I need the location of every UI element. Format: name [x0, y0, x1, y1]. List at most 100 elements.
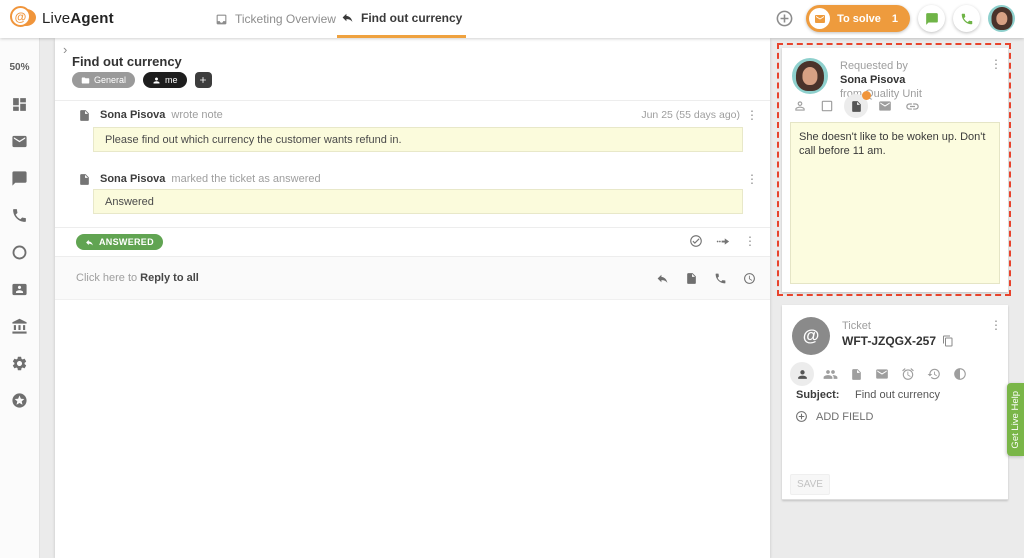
sidebar-item-dashboard[interactable] — [0, 86, 40, 123]
event-menu-icon[interactable] — [746, 173, 758, 185]
resolve-check-icon[interactable] — [689, 234, 703, 248]
circle-icon — [11, 244, 28, 261]
plus-circle-icon — [775, 9, 794, 28]
event-author: Sona Pisova — [100, 173, 165, 185]
ticket-main-panel: Find out currency General me Sona Pisova… — [55, 38, 770, 558]
tab-find-out-currency[interactable]: Find out currency — [337, 0, 466, 38]
requester-panel: Requested by Sona Pisova from Quality Un… — [782, 48, 1008, 292]
event-menu-icon[interactable] — [746, 109, 758, 121]
collapse-chevron-icon[interactable] — [63, 42, 67, 57]
ticket-title: Find out currency — [72, 54, 182, 69]
reply-prompt-action: Reply to all — [140, 272, 199, 284]
reply-to-all-row[interactable]: Click here to Reply to all — [55, 257, 770, 300]
ticket-code: WFT-JZQGX-257 — [842, 334, 936, 348]
notification-dot — [862, 91, 871, 100]
event-answered-header: Sona Pisova marked the ticket as answere… — [78, 171, 758, 187]
bank-icon — [11, 318, 28, 335]
logo-agent: Agent — [70, 10, 114, 27]
phone-button[interactable] — [953, 5, 980, 32]
mail-icon — [11, 133, 28, 150]
link-icon[interactable] — [902, 96, 922, 116]
gear-icon — [11, 355, 28, 372]
get-live-help-tab[interactable]: Get Live Help — [1007, 383, 1024, 456]
reply-icon[interactable] — [656, 272, 669, 285]
plus-circle-icon — [795, 410, 808, 423]
tag-me-label: me — [165, 75, 178, 85]
left-sidebar: 50% — [0, 38, 40, 558]
tag-me[interactable]: me — [143, 72, 187, 88]
history-icon[interactable] — [924, 364, 944, 384]
contrast-icon[interactable] — [950, 364, 970, 384]
call-icon[interactable] — [714, 272, 727, 285]
transfer-icon[interactable] — [716, 234, 731, 249]
note-icon[interactable] — [846, 364, 866, 384]
sidebar-item-status[interactable] — [0, 234, 40, 271]
card-icon[interactable] — [817, 96, 837, 116]
tag-general[interactable]: General — [72, 72, 135, 88]
user-avatar[interactable] — [988, 5, 1015, 32]
status-badge[interactable]: ANSWERED — [76, 234, 163, 250]
logo-at-icon — [10, 6, 31, 27]
status-label: ANSWERED — [99, 237, 154, 247]
to-solve-label: To solve — [837, 13, 881, 25]
add-note-icon[interactable] — [685, 272, 698, 285]
subject-value: Find out currency — [855, 389, 940, 401]
ticket-label: Ticket — [842, 320, 871, 332]
divider — [55, 227, 770, 228]
ticket-menu-icon[interactable] — [990, 319, 1002, 331]
mail-icon[interactable] — [875, 96, 895, 116]
sidebar-item-settings[interactable] — [0, 345, 40, 382]
note-icon — [78, 109, 91, 122]
requester-avatar[interactable] — [792, 58, 828, 94]
contact-card-icon — [11, 281, 28, 298]
event-author: Sona Pisova — [100, 109, 165, 121]
requested-by-label: Requested by — [840, 59, 922, 73]
sidebar-item-contacts[interactable] — [0, 271, 40, 308]
add-field-label: ADD FIELD — [816, 411, 873, 423]
subject-row: Subject: Find out currency — [796, 389, 998, 401]
save-button[interactable]: SAVE — [790, 474, 830, 495]
topbar-actions: To solve 1 — [771, 5, 1015, 32]
requester-tabs — [790, 94, 922, 118]
add-field-button[interactable]: ADD FIELD — [795, 410, 873, 423]
requester-menu-icon[interactable] — [990, 58, 1002, 70]
chat-button[interactable] — [918, 5, 945, 32]
event-date: Jun 25 (55 days ago) — [641, 109, 740, 121]
chat-icon — [925, 12, 939, 26]
sidebar-item-billing[interactable] — [0, 308, 40, 345]
plus-icon — [198, 75, 208, 85]
tab-ticket-label: Find out currency — [361, 11, 462, 25]
person-icon[interactable] — [790, 96, 810, 116]
note-icon — [78, 173, 91, 186]
divider — [55, 100, 770, 101]
schedule-icon[interactable] — [743, 272, 756, 285]
to-solve-button[interactable]: To solve 1 — [806, 5, 910, 32]
reply-prompt-prefix: Click here to — [76, 272, 137, 284]
tab-overview-label: Ticketing Overview — [235, 12, 336, 26]
add-tag-button[interactable] — [195, 72, 212, 88]
sidebar-item-chat[interactable] — [0, 160, 40, 197]
subject-label: Subject: — [796, 389, 855, 401]
alarm-icon[interactable] — [898, 364, 918, 384]
notes-tab-active-icon[interactable] — [844, 94, 868, 118]
inbox-icon — [215, 13, 228, 26]
tag-general-label: General — [94, 75, 126, 85]
more-options-icon[interactable] — [744, 235, 756, 247]
add-button[interactable] — [771, 5, 798, 32]
person-tab-active-icon[interactable] — [790, 362, 814, 386]
group-icon[interactable] — [820, 364, 840, 384]
usage-percent: 50% — [9, 62, 29, 86]
status-actions — [689, 233, 756, 249]
mail-icon — [809, 8, 830, 29]
requester-name: Sona Pisova — [840, 73, 922, 87]
liveagent-logo[interactable]: LiveAgent — [10, 6, 114, 31]
sidebar-item-mail[interactable] — [0, 123, 40, 160]
copy-icon[interactable] — [942, 335, 954, 347]
customer-note-textarea[interactable]: She doesn't like to be woken up. Don't c… — [790, 122, 1000, 284]
sidebar-item-upgrade[interactable] — [0, 382, 40, 419]
sidebar-item-calls[interactable] — [0, 197, 40, 234]
mail-icon[interactable] — [872, 364, 892, 384]
liveagent-app: LiveAgent Ticketing Overview Find out cu… — [0, 0, 1024, 558]
tab-ticketing-overview[interactable]: Ticketing Overview — [215, 0, 336, 38]
event-action: marked the ticket as answered — [171, 173, 320, 185]
